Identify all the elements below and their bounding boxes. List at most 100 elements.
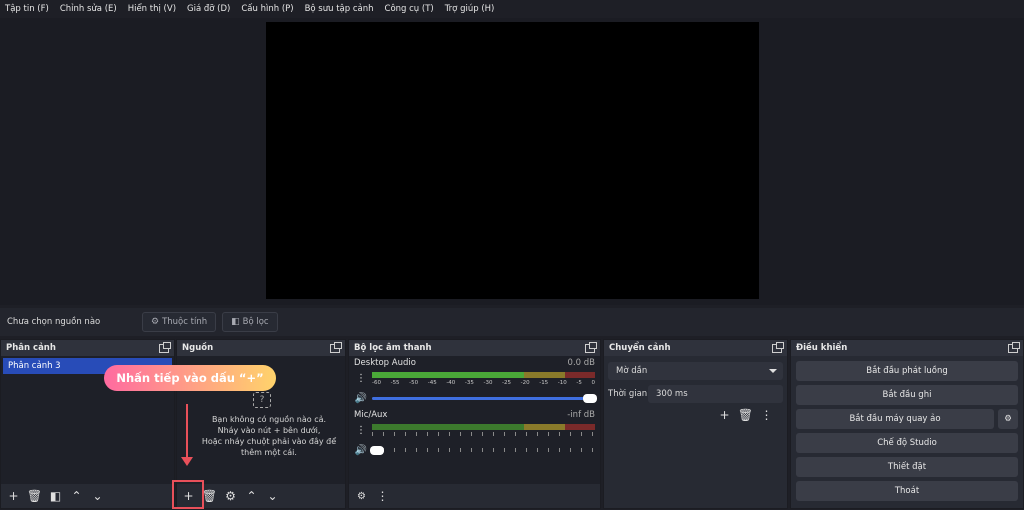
filter-icon: ◧ [231,317,240,327]
sources-empty-message: Bạn không có nguồn nào cả. Nháy vào nút … [195,414,343,458]
mixer-channel-mic: Mic/Aux -inf dB ⋮ 🔊 [352,410,597,462]
menu-help[interactable]: Trợ giúp (H) [445,4,495,14]
scale-tick: -35 [464,380,474,386]
chevron-down-icon [769,369,777,373]
virtual-camera-settings-button[interactable]: ⚙ [998,409,1018,429]
empty-text-line: Hoặc nháy chuột phải vào đây để [201,437,337,446]
filters-label: Bộ lọc [242,317,269,327]
remove-scene-icon[interactable]: 🗑 [26,488,43,505]
menu-file[interactable]: Tập tin (F) [5,4,49,14]
transitions-title: Chuyển cảnh [609,343,671,353]
scale-tick: -60 [372,380,381,386]
scenes-title: Phân cảnh [6,343,56,353]
scale-tick: -55 [390,380,400,386]
channel-name: Desktop Audio [354,358,416,368]
studio-mode-button[interactable]: Chế độ Studio [796,433,1018,453]
arrow-head-icon [181,457,193,466]
menu-scene-collection[interactable]: Bộ sưu tập cảnh [305,4,374,14]
preview-canvas[interactable] [266,22,759,299]
properties-label: Thuộc tính [162,317,208,327]
exit-button[interactable]: Thoát [796,481,1018,501]
sources-title: Nguồn [182,343,214,353]
undock-icon[interactable] [772,341,784,353]
gear-icon: ⚙ [151,317,160,327]
source-toolbar: Chưa chọn nguồn nào ⚙ Thuộc tính ◧ Bộ lọ… [0,308,1024,336]
duration-label: Thời gian [608,389,648,399]
slider-knob[interactable] [370,446,384,455]
empty-text-line: Bạn không có nguồn nào cả. [211,415,327,424]
meter-ticks [372,432,595,436]
undock-icon[interactable] [585,341,597,353]
start-streaming-button[interactable]: Bắt đầu phát luồng [796,361,1018,381]
controls-dock: Điều khiển Bắt đầu phát luồng Bắt đầu gh… [790,339,1024,509]
transition-select[interactable]: Mờ dần [608,362,783,380]
menu-tools[interactable]: Công cụ (T) [385,4,434,14]
gear-icon: ⚙ [1004,414,1012,424]
menu-edit[interactable]: Chỉnh sửa (E) [60,4,117,14]
undock-icon[interactable] [159,341,171,353]
meter-scale: -60 -55 -50 -45 -40 -35 -30 -25 -20 -15 -10 -5 0 [372,380,595,388]
menu-view[interactable]: Hiển thị (V) [128,4,176,14]
scale-tick: -10 [557,380,567,386]
sources-dock-header: Nguồn [177,340,345,356]
duration-input[interactable]: 300 ms [648,385,783,403]
transition-selected: Mờ dần [616,366,648,376]
properties-button[interactable]: ⚙ Thuộc tính [142,312,217,332]
scale-tick: -25 [502,380,512,386]
filters-button[interactable]: ◧ Bộ lọc [222,312,278,332]
add-scene-icon[interactable]: + [5,488,22,505]
add-transition-icon[interactable]: + [716,406,733,423]
undock-icon[interactable] [1008,341,1020,353]
transitions-dock: Chuyển cảnh Mờ dần Thời gian 300 ms + 🗑 … [603,339,788,509]
scene-filters-icon[interactable]: ◧ [47,488,64,505]
menu-bar: Tập tin (F) Chỉnh sửa (E) Hiển thị (V) G… [0,0,1024,18]
scenes-toolbar: + 🗑 ◧ ⌃ ⌄ [1,484,174,508]
volume-slider[interactable] [370,446,595,455]
scenes-dock-header: Phân cảnh [1,340,174,356]
volume-slider[interactable] [372,394,597,403]
scale-tick: -5 [576,380,582,386]
channel-name: Mic/Aux [354,410,388,420]
mixer-dock-header: Bộ lọc âm thanh [349,340,600,356]
move-up-icon[interactable]: ⌃ [243,488,260,505]
channel-menu-icon[interactable]: ⋮ [354,423,368,437]
start-virtual-camera-button[interactable]: Bắt đầu máy quay ảo [796,409,994,429]
audio-mixer-dock: Bộ lọc âm thanh Desktop Audio 0.0 dB ⋮ -… [348,339,601,509]
channel-menu-icon[interactable]: ⋮ [354,371,368,385]
speaker-icon[interactable]: 🔊 [354,391,368,405]
scale-tick: -40 [446,380,456,386]
settings-button[interactable]: Thiết đặt [796,457,1018,477]
speaker-icon[interactable]: 🔊 [354,443,368,457]
mixer-title: Bộ lọc âm thanh [354,343,432,353]
controls-dock-header: Điều khiển [791,340,1023,356]
transition-menu-icon[interactable]: ⋮ [758,406,775,423]
empty-text-line: thêm một cái. [241,448,297,457]
volume-meter [372,424,595,430]
mixer-menu-icon[interactable]: ⋮ [374,488,391,505]
start-recording-button[interactable]: Bắt đầu ghi [796,385,1018,405]
move-up-icon[interactable]: ⌃ [68,488,85,505]
scale-tick: -15 [539,380,549,386]
menu-docks[interactable]: Giá đỡ (D) [187,4,230,14]
slider-knob[interactable] [583,394,597,403]
empty-source-icon: ? [253,392,271,408]
controls-title: Điều khiển [796,343,848,353]
undock-icon[interactable] [330,341,342,353]
scale-tick: -30 [483,380,493,386]
channel-db: 0.0 dB [567,358,595,368]
mixer-channels: Desktop Audio 0.0 dB ⋮ -60 -55 -50 -45 -40 -3… [349,356,600,484]
no-source-label: Chưa chọn nguồn nào [7,317,101,327]
source-properties-icon[interactable]: ⚙ [222,488,239,505]
add-button-highlight [172,480,204,509]
move-down-icon[interactable]: ⌄ [264,488,281,505]
advanced-audio-icon[interactable]: ⚙ [353,488,370,505]
remove-transition-icon[interactable]: 🗑 [737,406,754,423]
volume-meter [372,372,595,378]
menu-profile[interactable]: Cấu hình (P) [241,4,293,14]
move-down-icon[interactable]: ⌄ [89,488,106,505]
transitions-dock-header: Chuyển cảnh [604,340,787,356]
scale-tick: 0 [591,380,595,386]
duration-value: 300 ms [656,389,688,399]
mixer-toolbar: ⚙ ⋮ [349,484,600,508]
slider-fill [372,397,595,400]
